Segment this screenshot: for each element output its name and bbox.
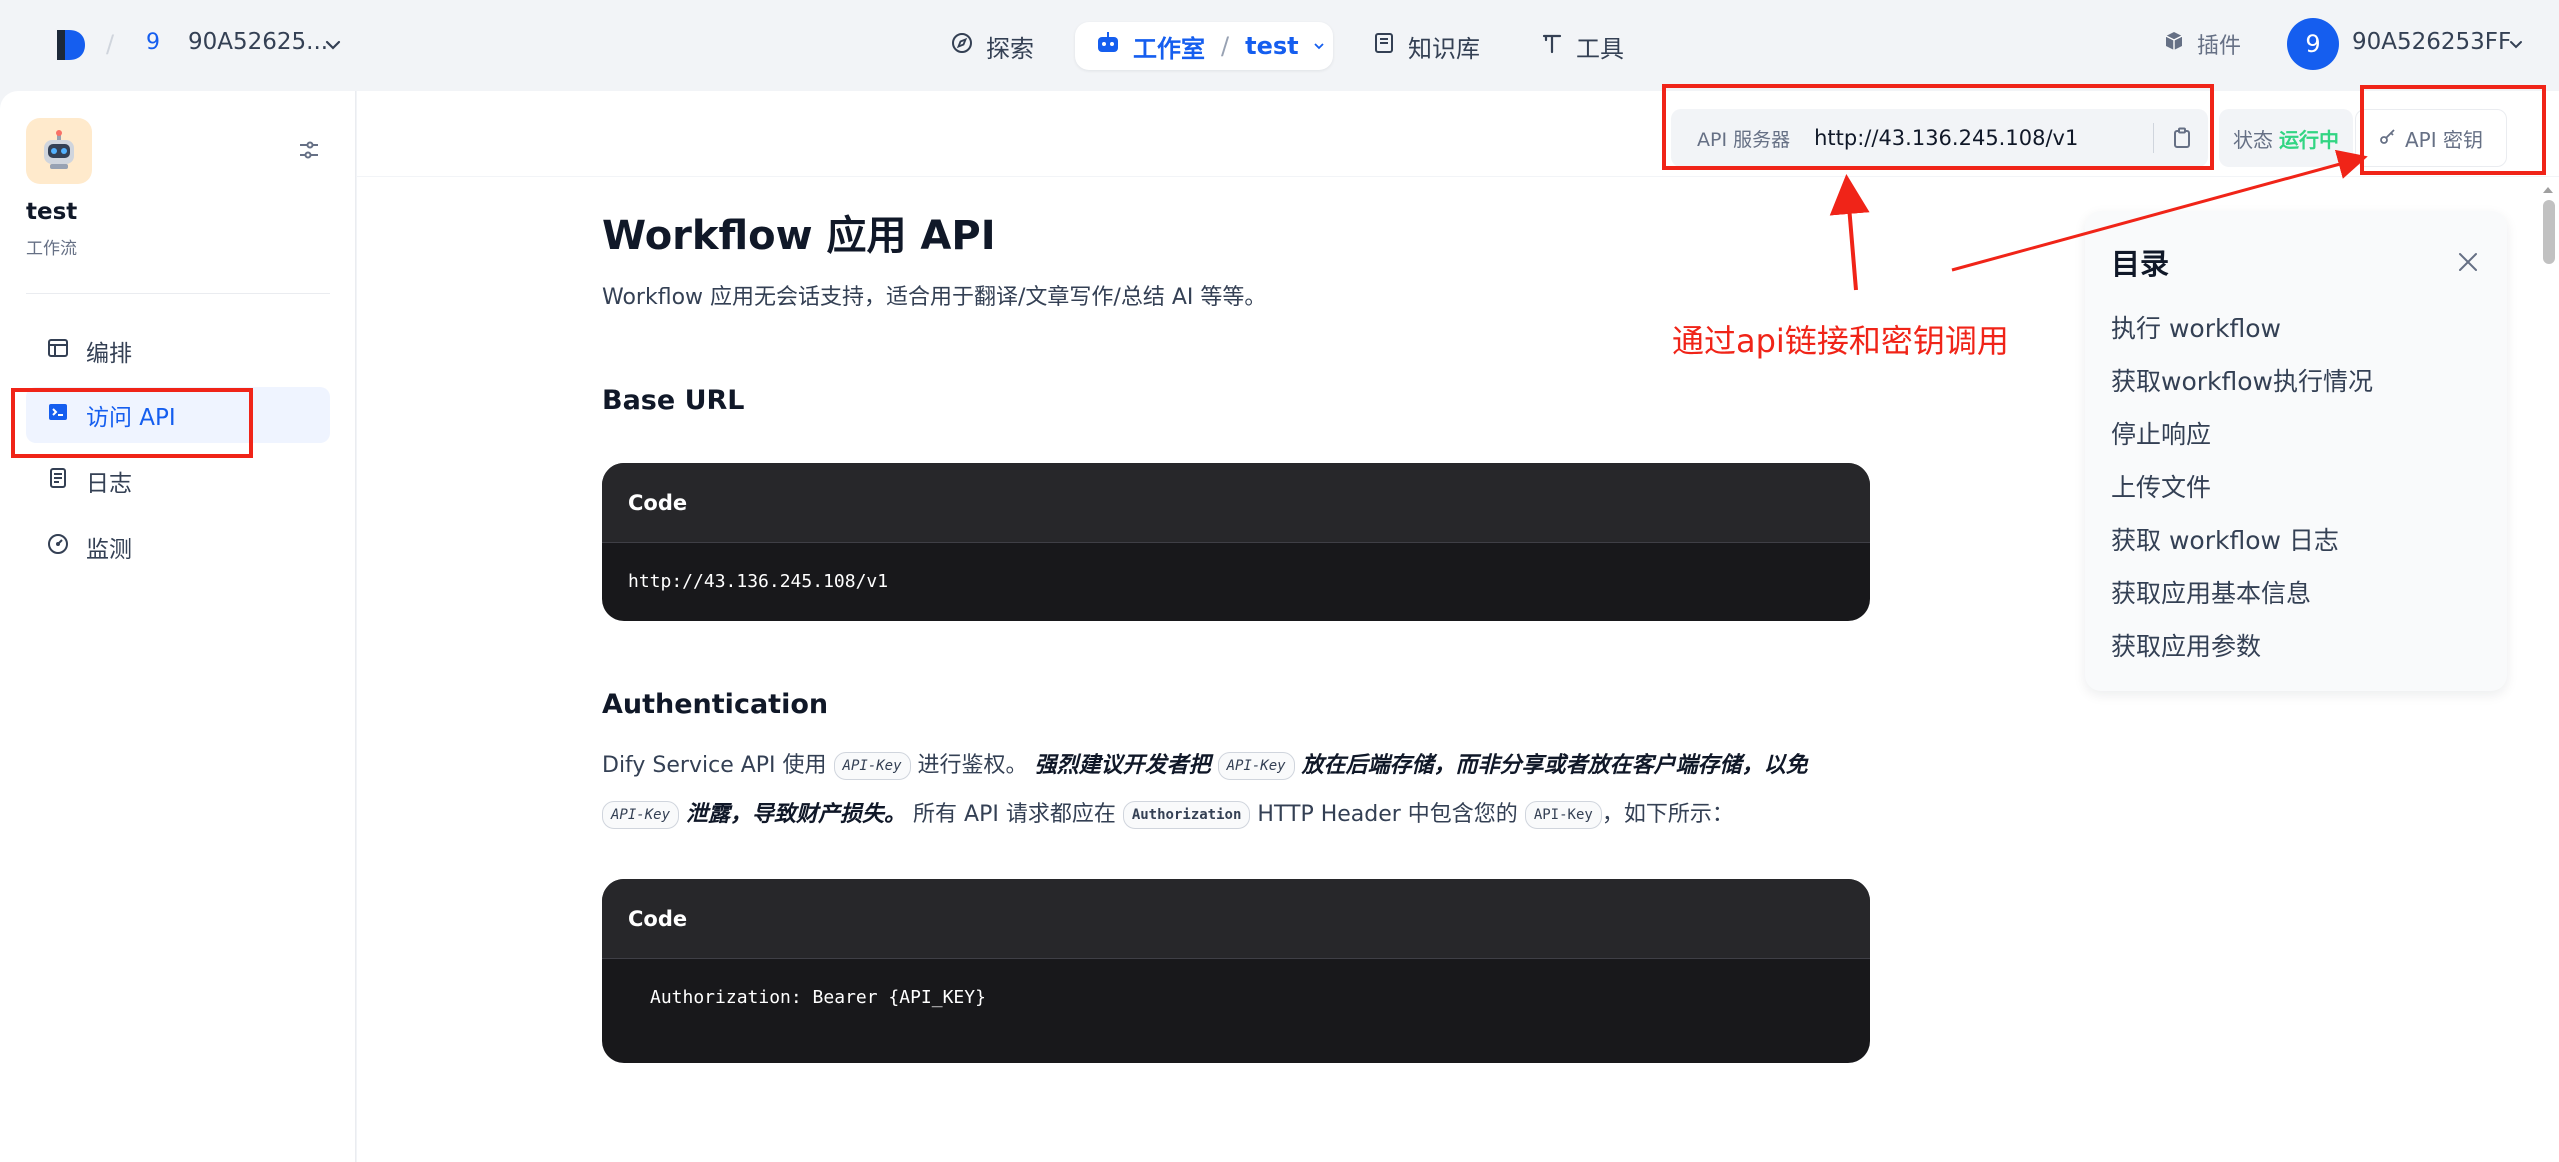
user-avatar[interactable]: 9 (2287, 18, 2339, 70)
auth-text: Dify Service API 使用 (602, 753, 827, 778)
annotation-box-api-access (11, 388, 253, 458)
nav-tools-label: 工具 (1576, 34, 1624, 63)
robot-icon (1095, 30, 1121, 62)
status-badge: 状态 运行中 (2219, 109, 2353, 167)
toc-item[interactable]: 获取workflow执行情况 (2111, 362, 2373, 415)
file-list-icon (46, 466, 70, 496)
nav-plugins-label: 插件 (2197, 34, 2242, 59)
code-block-authorization: Code Authorization: Bearer {API_KEY} (602, 879, 1870, 1063)
dify-logo-icon[interactable] (55, 28, 87, 62)
auth-warning-text: 泄露，导致财产损失。 (686, 802, 907, 827)
code-block-base-url: Code http://43.136.245.108/v1 (602, 463, 1870, 621)
inline-code: Authorization (1122, 801, 1251, 829)
app-sidebar: test 工作流 编排 访问 API 日志 监测 (0, 91, 356, 1162)
annotation-text: 通过api链接和密钥调用 (1672, 322, 2009, 360)
code-block-content[interactable]: Authorization: Bearer {API_KEY} (602, 959, 1870, 1008)
nav-knowledge-label: 知识库 (1408, 34, 1480, 63)
toc-title: 目录 (2111, 247, 2170, 281)
code-block-content[interactable]: http://43.136.245.108/v1 (602, 543, 1870, 592)
sidebar-item-monitoring[interactable]: 监测 (26, 519, 330, 575)
workspace-badge: 9 (146, 30, 160, 55)
inline-code: API-Key (1524, 801, 1602, 829)
chevron-down-icon[interactable] (2506, 35, 2526, 55)
app-type: 工作流 (26, 239, 77, 259)
nav-plugins[interactable]: 插件 (2163, 28, 2241, 60)
sidebar-item-label: 编排 (86, 341, 132, 367)
cube-icon (2163, 30, 2185, 58)
section-heading-base-url: Base URL (602, 385, 745, 416)
status-value: 运行中 (2279, 127, 2339, 152)
auth-text: ，如下所示： (1601, 802, 1734, 827)
sidebar-divider (26, 293, 330, 294)
compass-icon (950, 31, 974, 61)
hammer-icon (1540, 31, 1564, 61)
auth-text: HTTP Header 中包含您的 (1257, 802, 1518, 827)
annotation-box-api-key (2360, 85, 2546, 175)
layout-icon (46, 336, 70, 366)
code-block-label: Code (602, 463, 1870, 543)
auth-paragraph: Dify Service API 使用 API-Key 进行鉴权。 强烈建议开发… (602, 741, 1872, 839)
auth-text: 所有 API 请求都应在 (913, 802, 1116, 827)
nav-studio-separator: / (1221, 32, 1230, 60)
toc-item[interactable]: 执行 workflow (2111, 309, 2373, 362)
page-subtitle: Workflow 应用无会话支持，适合用于翻译/文章写作/总结 AI 等等。 (602, 285, 1267, 310)
chevron-down-icon[interactable] (322, 34, 344, 56)
code-block-label: Code (602, 879, 1870, 959)
chevron-down-icon[interactable] (1311, 32, 1327, 60)
toc-item[interactable]: 获取应用参数 (2111, 627, 2373, 680)
nav-knowledge[interactable]: 知识库 (1372, 22, 1480, 70)
sidebar-toggle-icon[interactable] (296, 137, 322, 163)
nav-studio[interactable]: 工作室 / test (1075, 22, 1333, 70)
sidebar-item-logs[interactable]: 日志 (26, 453, 330, 509)
sidebar-item-label: 日志 (86, 471, 132, 497)
nav-separator: / (106, 30, 115, 58)
toc-item[interactable]: 获取应用基本信息 (2111, 574, 2373, 627)
sidebar-item-label: 监测 (86, 537, 132, 563)
workspace-name[interactable]: 90A52625... (188, 29, 328, 55)
app-name: test (26, 199, 78, 225)
section-heading-authentication: Authentication (602, 689, 829, 720)
toc-item[interactable]: 获取 workflow 日志 (2111, 521, 2373, 574)
inline-code: API-Key (602, 801, 680, 829)
dashboard-gauge-icon (46, 532, 70, 562)
nav-explore[interactable]: 探索 (950, 22, 1034, 70)
toc-item[interactable]: 上传文件 (2111, 468, 2373, 521)
close-icon[interactable] (2455, 249, 2481, 275)
toc-list: 执行 workflow 获取workflow执行情况 停止响应 上传文件 获取 … (2111, 309, 2373, 680)
auth-warning-text: 放在后端存储，而非分享或者放在客户端存储，以免 (1301, 753, 1808, 778)
nav-studio-app[interactable]: test (1245, 32, 1299, 60)
status-label: 状态 (2233, 127, 2273, 152)
book-icon (1372, 31, 1396, 61)
page-title: Workflow 应用 API (602, 213, 996, 259)
nav-explore-label: 探索 (986, 34, 1034, 63)
annotation-box-api-server (1662, 84, 2214, 170)
toc-item[interactable]: 停止响应 (2111, 415, 2373, 468)
auth-text: 进行鉴权。 (917, 753, 1028, 778)
scrollbar-thumb[interactable] (2543, 200, 2555, 264)
robot-avatar-icon (26, 118, 92, 184)
sidebar-item-orchestrate[interactable]: 编排 (26, 323, 330, 379)
nav-tools[interactable]: 工具 (1540, 22, 1624, 70)
table-of-contents: 目录 执行 workflow 获取workflow执行情况 停止响应 上传文件 … (2085, 211, 2507, 691)
api-header-bar: API 服务器 http://43.136.245.108/v1 状态 运行中 … (357, 91, 2559, 177)
auth-warning-text: 强烈建议开发者把 (1034, 753, 1211, 778)
inline-code: API-Key (833, 752, 911, 780)
nav-studio-label: 工作室 (1133, 34, 1205, 63)
scroll-up-arrow-icon[interactable] (2541, 182, 2555, 196)
user-name[interactable]: 90A526253FF (2352, 29, 2511, 55)
main-content: API 服务器 http://43.136.245.108/v1 状态 运行中 … (357, 91, 2559, 1162)
inline-code: API-Key (1217, 752, 1295, 780)
top-navigation: / 9 90A52625... 探索 工作室 / test 知识库 工具 插件 … (0, 0, 2559, 91)
